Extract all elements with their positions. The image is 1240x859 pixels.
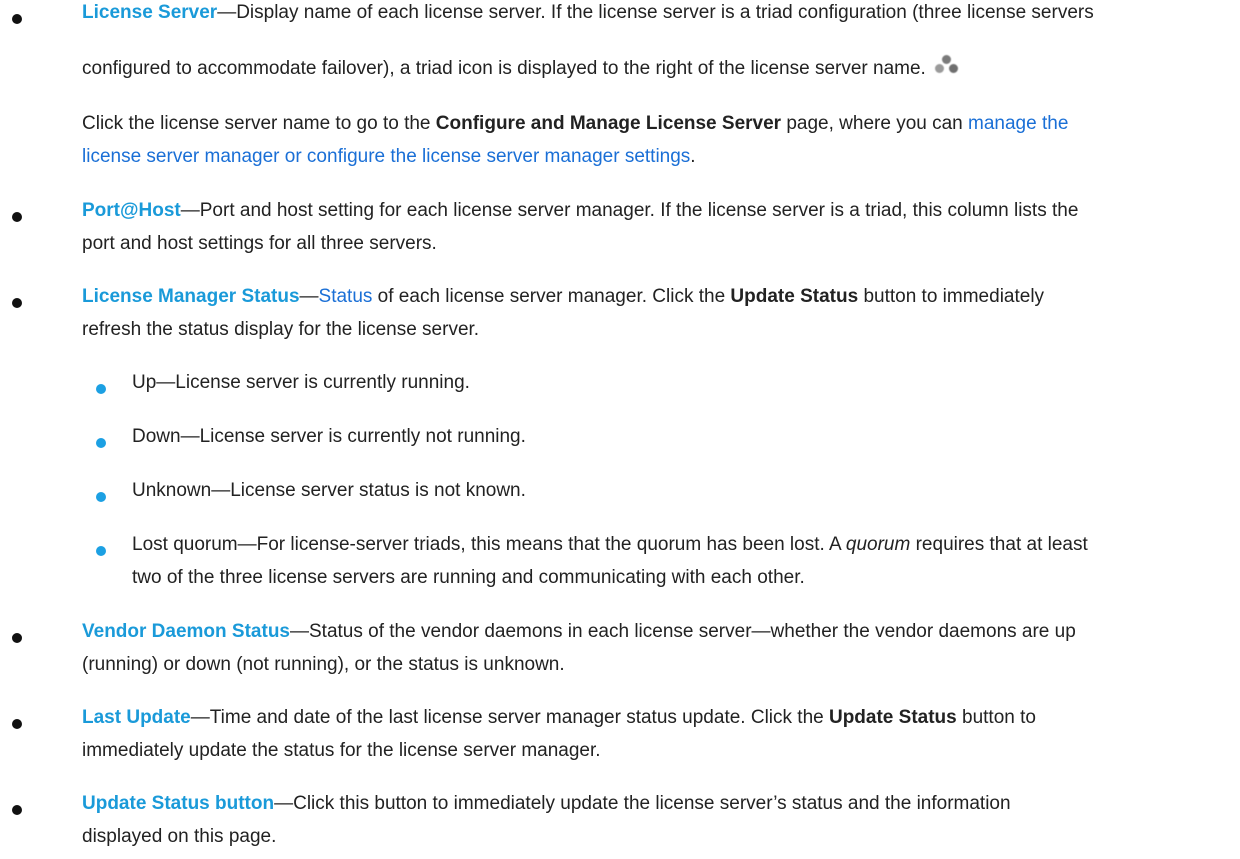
sub-list-item-lost-quorum: Lost quorum—For license-server triads, t…: [132, 534, 1088, 556]
item-line: port and host settings for all three ser…: [82, 233, 437, 255]
item-description: button to immediately: [858, 286, 1045, 307]
dash: —: [299, 286, 319, 307]
item-line: License Server—Display name of each lice…: [82, 2, 1094, 24]
term-vendor-daemon-status: Vendor Daemon Status: [82, 621, 290, 642]
sub-list-item-up: Up—License server is currently running.: [132, 372, 470, 393]
page-name: Configure and Manage License Server: [435, 113, 782, 134]
item-description: —Status of the vendor daemons in each li…: [290, 621, 1076, 642]
item-description: displayed on this page.: [82, 826, 277, 847]
triad-icon: [934, 55, 960, 75]
sub-bullet: [96, 438, 106, 448]
item-description: —Port and host setting for each license …: [180, 200, 1079, 221]
item-line: refresh the status display for the licen…: [82, 319, 479, 341]
sub-bullet: [96, 384, 106, 394]
item-line: Last Update—Time and date of the last li…: [82, 707, 1036, 729]
term-port-host: Port@Host: [82, 200, 181, 221]
item-line: two of the three license servers are run…: [132, 567, 805, 589]
item-line: configured to accommodate failover), a t…: [82, 55, 960, 80]
item-description: Lost quorum—For license-server triads, t…: [132, 534, 846, 555]
item-line: (running) or down (not running), or the …: [82, 654, 565, 676]
paragraph-text: .: [690, 146, 696, 167]
bullet: [12, 298, 22, 308]
bullet: [12, 805, 22, 815]
item-description: (running) or down (not running), or the …: [82, 654, 565, 675]
bullet: [12, 14, 22, 24]
item-description: configured to accommodate failover), a t…: [82, 58, 926, 79]
paragraph-text: Click the license server name to go to t…: [82, 113, 436, 134]
status-link[interactable]: Status: [319, 286, 373, 307]
manage-license-server-link[interactable]: manage the: [968, 113, 1068, 134]
term-license-manager-status: License Manager Status: [82, 286, 300, 307]
configure-license-server-link[interactable]: license server manager or configure the …: [82, 146, 690, 167]
bullet: [12, 633, 22, 643]
bullet: [12, 719, 22, 729]
item-line: immediately update the status for the li…: [82, 740, 601, 762]
sub-bullet: [96, 546, 106, 556]
item-line: displayed on this page.: [82, 826, 276, 848]
sub-list-item-down: Down—License server is currently not run…: [132, 426, 526, 447]
paragraph-text: page, where you can: [781, 113, 969, 134]
item-description: port and host settings for all three ser…: [82, 233, 437, 254]
item-description: button to: [956, 707, 1036, 728]
term-update-status-button: Update Status button: [82, 793, 275, 814]
item-description: refresh the status display for the licen…: [82, 319, 480, 340]
item-description: immediately update the status for the li…: [82, 740, 601, 761]
item-description: —Time and date of the last license serve…: [190, 707, 829, 728]
bullet: [12, 212, 22, 222]
update-status-label: Update Status: [730, 286, 859, 307]
item-description: requires that at least: [910, 534, 1088, 555]
term-last-update: Last Update: [82, 707, 191, 728]
term-license-server: License Server: [82, 2, 218, 23]
item-line: Port@Host—Port and host setting for each…: [82, 200, 1078, 222]
item-line: Update Status button—Click this button t…: [82, 793, 1011, 815]
item-line: Click the license server name to go to t…: [82, 113, 1068, 135]
sub-bullet: [96, 492, 106, 502]
item-description: —Click this button to immediately update…: [274, 793, 1011, 814]
quorum-term: quorum: [845, 534, 911, 555]
item-line: license server manager or configure the …: [82, 146, 696, 168]
item-description: two of the three license servers are run…: [132, 567, 805, 588]
item-description: of each license server manager. Click th…: [372, 286, 731, 307]
item-line: Vendor Daemon Status—Status of the vendo…: [82, 621, 1076, 643]
item-line: License Manager Status—Status of each li…: [82, 286, 1044, 308]
item-description: —Display name of each license server. If…: [217, 2, 1094, 23]
update-status-label: Update Status: [828, 707, 957, 728]
sub-list-item-unknown: Unknown—License server status is not kno…: [132, 480, 526, 501]
